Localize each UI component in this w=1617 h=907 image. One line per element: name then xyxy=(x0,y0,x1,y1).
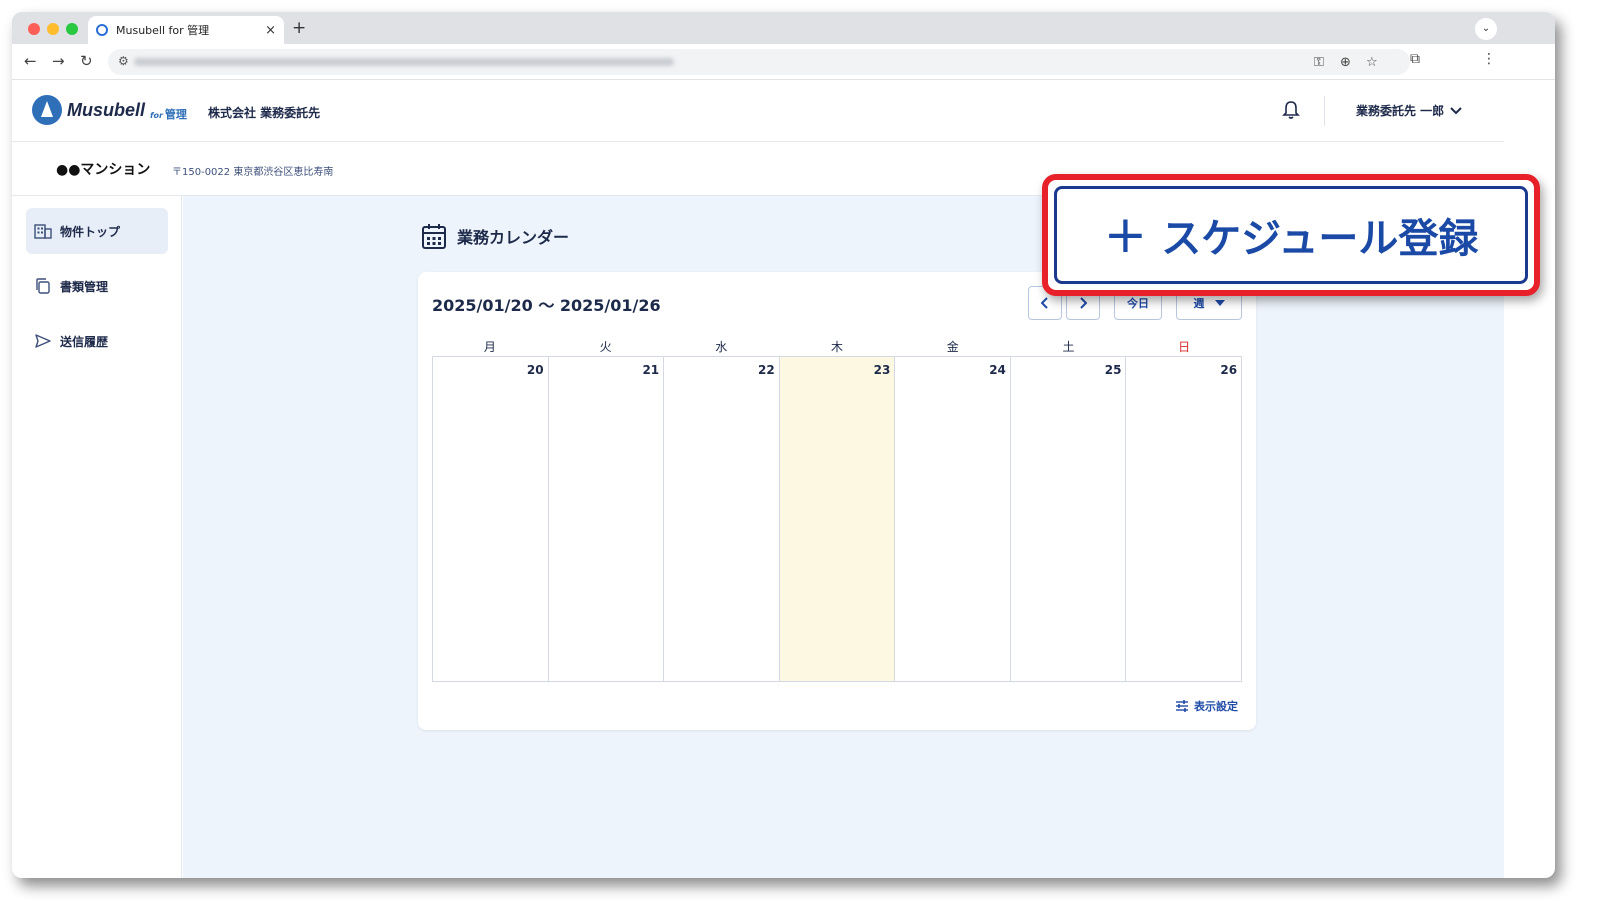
logo-for: for xyxy=(150,111,163,120)
extensions-icon[interactable]: ⧉ xyxy=(1410,51,1420,67)
calendar-title: 業務カレンダー xyxy=(421,222,569,250)
building-icon xyxy=(34,224,52,239)
weekday-label: 水 xyxy=(715,340,728,354)
calendar-card: 2025/01/20 〜 2025/01/26 今日 週 月 火 水 木 金 土… xyxy=(418,272,1256,730)
display-settings-label: 表示設定 xyxy=(1194,700,1238,713)
bookmark-star-icon[interactable]: ☆ xyxy=(1366,55,1378,70)
day-cell[interactable]: 20 xyxy=(433,357,549,681)
browser-toolbar: ← → ↻ ⚙ ⚿ ⊕ ☆ ⧉ ⋮ xyxy=(12,44,1555,80)
day-number: 24 xyxy=(989,363,1006,377)
sidebar-item-property-top[interactable]: 物件トップ xyxy=(26,208,168,254)
sidebar-item-send-history[interactable]: 送信履歴 xyxy=(26,318,168,364)
main-content: 業務カレンダー 2025/01/20 〜 2025/01/26 今日 週 月 火… xyxy=(183,196,1504,878)
browser-menu-icon[interactable]: ⋮ xyxy=(1482,51,1496,67)
header-divider xyxy=(1324,96,1325,126)
day-cell[interactable]: 26 xyxy=(1126,357,1241,681)
property-address: 〒150-0022 東京都渋谷区恵比寿南 xyxy=(172,167,334,178)
day-number: 25 xyxy=(1104,363,1122,377)
display-settings-button[interactable]: 表示設定 xyxy=(1175,698,1238,714)
day-number: 22 xyxy=(758,363,775,377)
url-text-blurred xyxy=(134,58,674,66)
chevron-left-icon xyxy=(1041,297,1048,309)
schedule-register-label: スケジュール登録 xyxy=(1161,216,1479,262)
address-bar[interactable]: ⚙ ⚿ ⊕ ☆ xyxy=(108,49,1410,75)
bell-icon[interactable] xyxy=(1282,100,1300,120)
weekday-header: 月 火 水 木 金 土 日 xyxy=(432,338,1242,356)
week-grid: 20 21 22 23 24 25 26 xyxy=(432,356,1242,682)
new-tab-button[interactable]: + xyxy=(292,18,306,38)
company-name: 株式会社 業務委託先 xyxy=(208,106,321,120)
chevron-right-icon xyxy=(1080,297,1087,309)
sidebar-item-label: 送信履歴 xyxy=(60,334,109,349)
weekday-label: 火 xyxy=(599,340,612,354)
browser-tab[interactable]: Musubell for 管理 × xyxy=(88,16,284,44)
musubell-logo-icon xyxy=(32,95,62,125)
highlight-callout: + スケジュール登録 xyxy=(1042,174,1540,296)
minimize-window-button[interactable] xyxy=(47,23,59,35)
favicon-icon xyxy=(96,24,108,36)
calendar-title-text: 業務カレンダー xyxy=(457,228,570,247)
day-cell[interactable]: 24 xyxy=(895,357,1011,681)
send-icon xyxy=(35,334,51,348)
maximize-window-button[interactable] xyxy=(66,23,78,35)
day-number: 21 xyxy=(642,363,660,377)
zoom-icon[interactable]: ⊕ xyxy=(1340,55,1351,70)
tab-search-button[interactable]: ⌄ xyxy=(1475,18,1497,40)
app-header: Musubell for 管理 株式会社 業務委託先 業務委託先 一郎 xyxy=(12,80,1504,142)
schedule-register-button[interactable]: + スケジュール登録 xyxy=(1054,186,1528,284)
sliders-icon xyxy=(1176,700,1188,712)
sidebar-item-label: 書類管理 xyxy=(60,279,109,294)
tab-strip: Musubell for 管理 × + ⌄ xyxy=(12,12,1555,44)
day-number: 20 xyxy=(526,363,544,377)
weekday-label: 月 xyxy=(483,340,496,354)
back-icon[interactable]: ← xyxy=(24,52,37,70)
weekday-label-sunday: 日 xyxy=(1178,340,1191,354)
day-cell-today[interactable]: 23 xyxy=(779,357,896,681)
weekday-label: 金 xyxy=(946,340,959,354)
logo-text: Musubell xyxy=(67,100,146,120)
day-number: 23 xyxy=(873,363,891,377)
caret-down-icon xyxy=(1214,300,1225,306)
browser-window: Musubell for 管理 × + ⌄ ← → ↻ ⚙ ⚿ ⊕ ☆ ⧉ ⋮ … xyxy=(12,12,1555,878)
tab-title: Musubell for 管理 xyxy=(116,24,210,37)
day-cell[interactable]: 21 xyxy=(549,357,665,681)
sidebar-item-label: 物件トップ xyxy=(60,224,121,239)
logo-kanri: 管理 xyxy=(164,108,187,121)
property-name: ●●マンション xyxy=(56,162,151,178)
day-cell[interactable]: 25 xyxy=(1011,357,1127,681)
documents-icon xyxy=(36,278,50,294)
calendar-icon xyxy=(422,224,446,249)
chevron-down-icon xyxy=(1450,106,1462,114)
reload-icon[interactable]: ↻ xyxy=(80,52,93,70)
tab-close-icon[interactable]: × xyxy=(265,23,276,38)
logo-subtitle: for 管理 xyxy=(150,106,187,122)
day-cell[interactable]: 22 xyxy=(664,357,780,681)
site-settings-icon[interactable]: ⚙ xyxy=(118,54,129,68)
sidebar: 物件トップ 書類管理 送信履歴 xyxy=(12,196,182,878)
day-number: 26 xyxy=(1220,363,1238,377)
date-range: 2025/01/20 〜 2025/01/26 xyxy=(432,296,661,315)
key-icon[interactable]: ⚿ xyxy=(1314,55,1324,70)
user-name: 業務委託先 一郎 xyxy=(1356,104,1445,118)
user-menu[interactable]: 業務委託先 一郎 xyxy=(1356,102,1462,119)
view-select-value: 週 xyxy=(1193,297,1205,310)
weekday-label: 土 xyxy=(1062,340,1075,354)
sidebar-item-documents[interactable]: 書類管理 xyxy=(26,263,168,309)
close-window-button[interactable] xyxy=(28,23,40,35)
forward-icon[interactable]: → xyxy=(52,52,65,70)
weekday-label: 木 xyxy=(831,340,844,354)
plus-icon: + xyxy=(1103,205,1148,265)
